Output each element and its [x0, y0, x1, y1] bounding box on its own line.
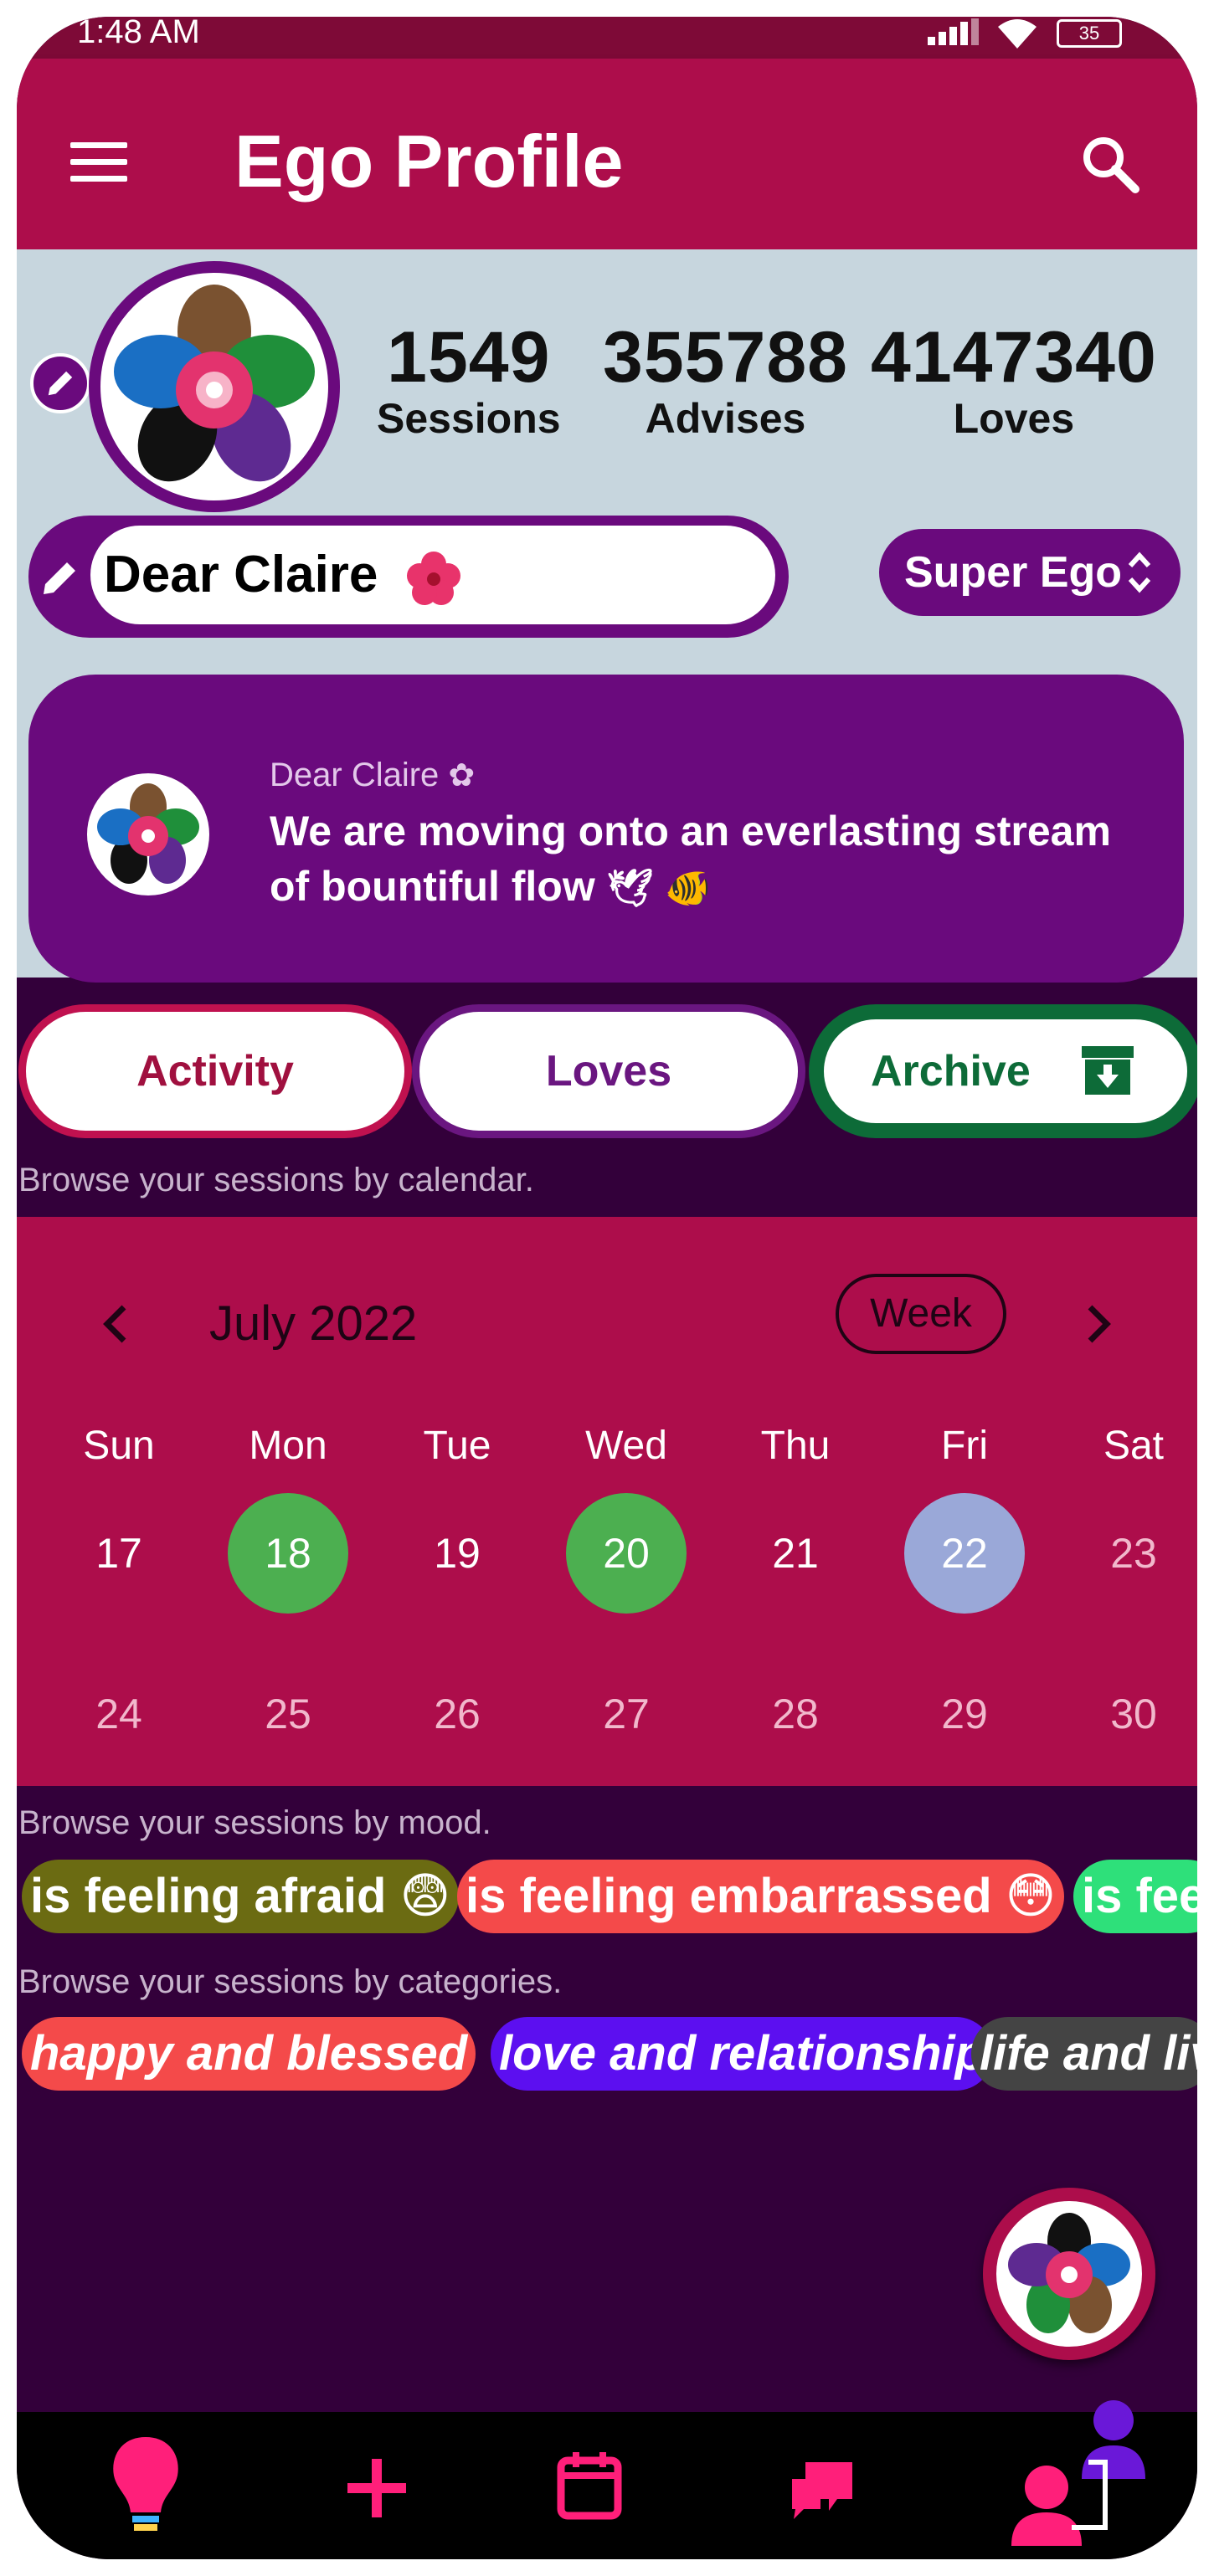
status-time: 1:48 AM — [77, 17, 200, 50]
menu-icon[interactable] — [70, 142, 127, 184]
mood-label: is fee — [1082, 1869, 1197, 1923]
calendar-day[interactable]: 26 — [397, 1654, 517, 1774]
weekday-label: Thu — [760, 1424, 831, 1468]
category-chip[interactable]: love and relationship — [491, 2017, 994, 2091]
categories-hint: Browse your sessions by categories. — [18, 1963, 563, 2000]
calendar-day[interactable]: 25 — [228, 1654, 348, 1774]
wifi-icon — [998, 19, 1037, 49]
calendar-day[interactable]: 24 — [59, 1654, 179, 1774]
weekday-label: Sun — [83, 1424, 155, 1468]
calendar-day[interactable]: 22 — [904, 1493, 1025, 1614]
chat-icon[interactable] — [774, 2429, 874, 2538]
quote-card[interactable]: Dear Claire ✿ We are moving onto an ever… — [28, 675, 1184, 983]
lightbulb-icon[interactable] — [95, 2429, 196, 2538]
chevron-left-icon[interactable] — [99, 1301, 132, 1347]
profile-header: 1549 Sessions 355788 Advises 4147340 Lov… — [17, 249, 1197, 983]
calendar-format-button[interactable]: Week — [836, 1274, 1006, 1354]
weekday-label: Mon — [249, 1424, 327, 1468]
category-label: life and liv — [980, 2026, 1197, 2081]
app-bar: Ego Profile — [17, 59, 1197, 249]
category-chip[interactable]: happy and blessed — [22, 2017, 476, 2091]
rank-label: Super Ego — [904, 548, 1123, 597]
tab-label: Archive — [871, 1047, 1031, 1096]
edit-avatar-button[interactable] — [30, 353, 90, 413]
weekday-label: Fri — [941, 1424, 988, 1468]
stat-label: Sessions — [377, 395, 561, 442]
stat-value: 4147340 — [871, 317, 1157, 398]
mood-chip[interactable]: is feeling embarrassed 😳 — [457, 1860, 1065, 1933]
weekday-label: Tue — [423, 1424, 491, 1468]
calendar-day[interactable]: 17 — [59, 1493, 179, 1614]
search-icon[interactable] — [1077, 131, 1144, 198]
weekday-label: Sat — [1103, 1424, 1165, 1468]
mood-chip[interactable]: is feeling afraid 😨 — [22, 1860, 460, 1933]
chevron-right-icon[interactable] — [1082, 1301, 1115, 1347]
avatar — [87, 773, 209, 895]
bottom-navigation — [17, 2400, 1197, 2559]
mood-hint: Browse your sessions by mood. — [18, 1804, 491, 1841]
mood-chip[interactable]: is fee — [1073, 1860, 1197, 1933]
stat-sessions: 1549 Sessions — [377, 316, 561, 443]
stat-label: Loves — [953, 395, 1075, 442]
stat-label: Advises — [645, 395, 806, 442]
stat-advises: 355788 Advises — [603, 316, 848, 443]
calendar-month: July 2022 — [209, 1296, 418, 1351]
battery-icon: 35 — [1057, 19, 1122, 48]
calendar-day[interactable]: 19 — [397, 1493, 517, 1614]
calendar-day[interactable]: 18 — [228, 1493, 348, 1614]
flower-logo-icon — [97, 783, 199, 884]
weekday-label: Wed — [585, 1424, 667, 1468]
hibiscus-icon: ✿ — [448, 758, 476, 793]
archive-icon — [1082, 1046, 1134, 1095]
mood-label: is feeling afraid 😨 — [30, 1869, 451, 1923]
status-bar: 1:48 AM 35 — [17, 17, 1197, 59]
category-label: happy and blessed — [30, 2026, 468, 2081]
category-label: love and relationship — [499, 2026, 985, 2081]
quote-author-name: Dear Claire — [270, 757, 440, 793]
quote-author: Dear Claire ✿ — [270, 757, 475, 794]
name-field[interactable]: Dear Claire — [28, 516, 789, 638]
stat-loves: 4147340 Loves — [871, 316, 1157, 443]
calendar-day[interactable]: 23 — [1073, 1493, 1194, 1614]
profile-icon[interactable] — [988, 2387, 1155, 2546]
unfold-icon — [1128, 552, 1151, 593]
flower-logo-icon — [114, 285, 315, 482]
tab-archive[interactable]: Archive — [809, 1004, 1197, 1138]
calendar-day[interactable]: 27 — [566, 1654, 687, 1774]
page-title: Ego Profile — [234, 120, 624, 203]
plus-icon[interactable] — [327, 2429, 427, 2538]
dove-icon: 🕊 — [606, 868, 654, 909]
app-screen: 1:48 AM 35 Ego Profile 1549 Sessions 355… — [17, 17, 1197, 2559]
calendar-icon[interactable] — [539, 2429, 640, 2538]
tab-activity[interactable]: Activity — [18, 1004, 412, 1138]
tab-label: Activity — [136, 1047, 294, 1096]
tab-label: Loves — [545, 1047, 672, 1096]
mood-label: is feeling embarrassed 😳 — [466, 1869, 1057, 1923]
flower-logo-icon — [1008, 2213, 1130, 2333]
battery-level: 35 — [1078, 23, 1100, 44]
calendar-day[interactable]: 29 — [904, 1654, 1025, 1774]
hibiscus-icon — [406, 551, 460, 605]
calendar-day[interactable]: 21 — [735, 1493, 856, 1614]
stat-value: 355788 — [603, 317, 848, 398]
rank-dropdown[interactable]: Super Ego — [879, 529, 1181, 616]
profile-name: Dear Claire — [104, 546, 378, 603]
edit-icon[interactable] — [37, 552, 85, 601]
calendar-day[interactable]: 28 — [735, 1654, 856, 1774]
category-chip[interactable]: life and liv — [971, 2017, 1197, 2091]
signal-icon — [928, 18, 979, 49]
calendar-day[interactable]: 30 — [1073, 1654, 1194, 1774]
quote-text: We are moving onto an everlasting stream… — [270, 803, 1157, 916]
stat-value: 1549 — [387, 317, 551, 398]
calendar-hint: Browse your sessions by calendar. — [18, 1162, 534, 1198]
calendar-day[interactable]: 20 — [566, 1493, 687, 1614]
avatar[interactable] — [89, 261, 340, 512]
fish-icon: 🐠 — [665, 868, 712, 909]
tab-loves[interactable]: Loves — [412, 1004, 805, 1138]
calendar: July 2022 Week Sun Mon Tue Wed Thu Fri Sat 17 18… — [17, 1217, 1197, 1786]
floating-action-button[interactable] — [983, 2188, 1155, 2360]
